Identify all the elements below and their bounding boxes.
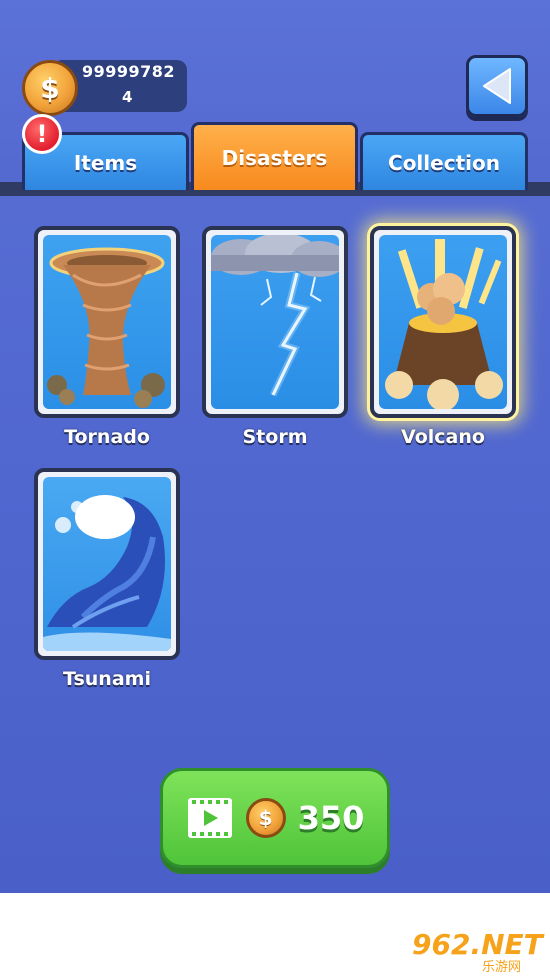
card-frame[interactable] [34, 468, 180, 660]
card-label-tsunami: Tsunami [63, 668, 151, 690]
card-frame[interactable] [370, 226, 516, 418]
card-volcano[interactable]: Volcano [370, 226, 516, 448]
tab-collection[interactable]: Collection [360, 132, 528, 190]
card-storm[interactable]: Storm [202, 226, 348, 448]
lightning-storm-icon [211, 235, 339, 409]
tab-disasters[interactable]: Disasters [191, 122, 358, 190]
back-arrow-icon [483, 68, 511, 104]
volcano-icon [379, 235, 507, 409]
alert-icon[interactable]: ! [22, 114, 62, 154]
price-label: 350 [297, 799, 365, 837]
card-label-tornado: Tornado [64, 426, 150, 448]
card-label-volcano: Volcano [401, 426, 485, 448]
coin-symbol: $ [258, 806, 273, 830]
watermark-subtext: 乐游网 [482, 960, 522, 975]
card-label-storm: Storm [242, 426, 308, 448]
watch-ad-buy-button[interactable]: $ 350 [160, 768, 390, 868]
card-frame[interactable] [202, 226, 348, 418]
video-ad-icon [187, 798, 232, 838]
tab-collection-label: Collection [388, 150, 500, 175]
coin-symbol: $ [40, 71, 60, 105]
secondary-count: 4 [122, 88, 133, 106]
game-screen: 99999782 4 $ ! Items Disasters Collectio… [0, 0, 550, 893]
tornado-icon [43, 235, 171, 409]
tab-disasters-label: Disasters [221, 145, 328, 170]
alert-symbol: ! [36, 120, 48, 148]
card-tsunami[interactable]: Tsunami [34, 468, 180, 690]
card-tornado[interactable]: Tornado [34, 226, 180, 448]
back-button[interactable] [466, 55, 528, 117]
watermark-logo: 962.NET 乐游网 [412, 928, 543, 975]
card-frame[interactable] [34, 226, 180, 418]
tab-items-label: Items [73, 150, 138, 175]
tsunami-wave-icon [43, 477, 171, 651]
coin-icon: $ [22, 60, 78, 116]
coin-amount: 99999782 [82, 62, 176, 81]
coin-icon: $ [245, 798, 286, 838]
watermark-text: 962.NET [412, 928, 543, 961]
